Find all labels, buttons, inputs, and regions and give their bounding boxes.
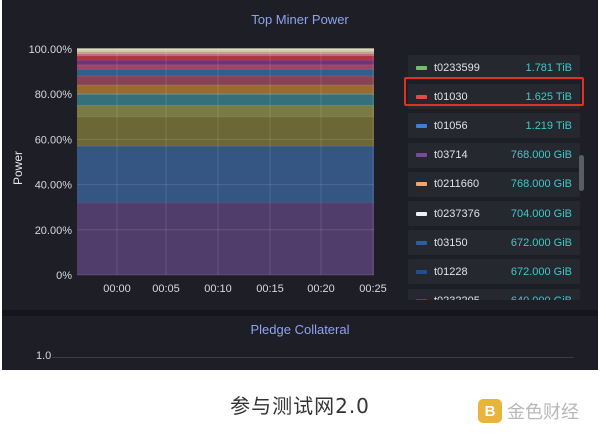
legend-swatch <box>416 65 427 70</box>
legend-swatch <box>416 240 427 245</box>
legend-item[interactable]: t0233599 1.781 TiB <box>408 55 580 80</box>
legend-swatch <box>416 182 427 187</box>
x-tick-label: 00:00 <box>103 283 131 295</box>
x-tick-label: 00:05 <box>152 283 180 295</box>
area-band-3 <box>77 105 374 117</box>
watermark-logo: B <box>478 399 502 423</box>
legend-swatch <box>416 123 427 128</box>
legend-swatch <box>416 211 427 216</box>
legend-series-value: 768.000 GiB <box>510 178 572 191</box>
watermark: B 金色财经 <box>478 398 579 424</box>
pledge-collateral-panel: Pledge Collateral 1.0 <box>2 316 598 370</box>
area-band-0 <box>77 202 374 275</box>
y-tick-label: 80.00% <box>35 89 73 101</box>
legend-series-name: t0232205 <box>434 295 511 300</box>
area-band-10 <box>77 55 374 61</box>
legend-item[interactable]: t01056 1.219 TiB <box>408 113 580 139</box>
area-band-6 <box>77 76 374 86</box>
legend-item[interactable]: t0237376 704.000 GiB <box>408 201 580 226</box>
panel2-gridline <box>52 357 574 358</box>
watermark-text: 金色财经 <box>507 402 579 423</box>
panel2-title: Pledge Collateral <box>250 322 350 337</box>
legend-swatch <box>416 269 427 274</box>
y-tick-label: 60.00% <box>35 134 73 146</box>
legend-series-name: t0237376 <box>434 207 480 220</box>
legend-scrollbar[interactable] <box>579 155 584 191</box>
x-tick-label: 00:20 <box>307 283 335 295</box>
panel2-y-tick: 1.0 <box>36 350 52 362</box>
legend-series-value: 1.219 TiB <box>525 119 572 132</box>
legend-swatch <box>416 153 427 158</box>
legend-series-value: 704.000 GiB <box>510 207 572 220</box>
legend-item[interactable]: t01030 1.625 TiB <box>408 84 580 110</box>
legend-item[interactable]: t01228 672.000 GiB <box>408 259 580 285</box>
legend-series-name: t03714 <box>434 149 468 162</box>
x-tick-label: 00:25 <box>359 283 387 295</box>
area-band-5 <box>77 85 374 95</box>
area-band-4 <box>77 94 374 106</box>
legend-series-value: 672.000 GiB <box>510 236 572 249</box>
x-tick-label: 00:10 <box>204 283 232 295</box>
y-tick-label: 0% <box>56 270 72 282</box>
y-tick-label: 40.00% <box>35 180 73 192</box>
legend-series-name: t01056 <box>434 119 468 132</box>
legend-series-name: t0233599 <box>434 61 480 74</box>
legend-series-name: t0211660 <box>434 178 480 191</box>
area-band-7 <box>77 69 374 77</box>
y-tick-label: 100.00% <box>29 44 73 56</box>
area-band-9 <box>77 60 374 65</box>
area-band-8 <box>77 64 374 70</box>
legend-item[interactable]: t0211660 768.000 GiB <box>408 171 580 197</box>
legend-swatch <box>416 299 427 300</box>
x-tick-label: 00:15 <box>256 283 284 295</box>
legend-series-name: t01030 <box>434 90 468 103</box>
y-axis-title: Power <box>11 151 25 185</box>
legend-item[interactable]: t0232205640.000 GiB <box>408 288 580 300</box>
legend-series-name: t01228 <box>434 265 468 278</box>
legend-series-name: t03150 <box>434 236 468 249</box>
legend-series-value: 1.781 TiB <box>525 61 572 74</box>
legend-series-value: 1.625 TiB <box>525 90 572 103</box>
legend-series-value: 672.000 GiB <box>510 265 572 278</box>
y-tick-label: 20.00% <box>35 225 73 237</box>
legend-series-value: 768.000 GiB <box>510 149 572 162</box>
legend-series-value: 640.000 GiB <box>511 295 572 300</box>
legend-item[interactable]: t03150 672.000 GiB <box>408 230 580 256</box>
legend-item[interactable]: t03714 768.000 GiB <box>408 142 580 168</box>
area-band-1 <box>77 146 374 203</box>
legend-swatch <box>416 94 427 99</box>
area-band-2 <box>77 116 374 147</box>
legend[interactable]: t0233599 1.781 TiB t01030 1.625 TiB t01056 1.… <box>408 50 580 300</box>
